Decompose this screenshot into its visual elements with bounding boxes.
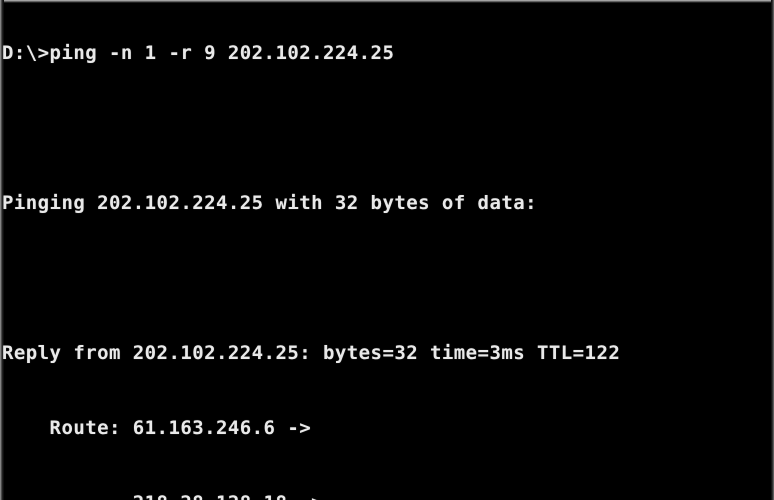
console-output-text[interactable]: D:\>ping -n 1 -r 9 202.102.224.25 Pingin… [0, 0, 774, 500]
command-prompt-line: D:\>ping -n 1 -r 9 202.102.224.25 [2, 42, 395, 64]
pinging-header-line: Pinging 202.102.224.25 with 32 bytes of … [2, 192, 538, 214]
reply-line: Reply from 202.102.224.25: bytes=32 time… [2, 342, 621, 364]
route-line: 218.28.128.18 -> [2, 491, 774, 500]
console-window[interactable]: D:\>ping -n 1 -r 9 202.102.224.25 Pingin… [0, 0, 774, 500]
route-line: Route: 61.163.246.6 -> [2, 417, 312, 439]
